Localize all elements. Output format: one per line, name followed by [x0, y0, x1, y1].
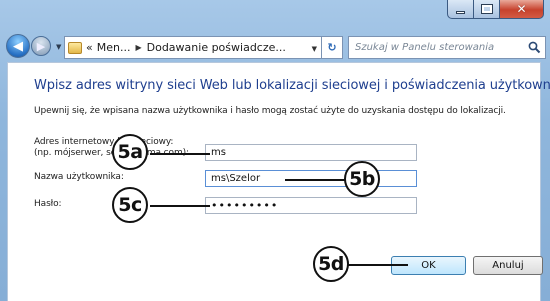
control-panel-icon	[68, 41, 82, 54]
password-label: Hasło:	[34, 199, 62, 209]
back-button[interactable]: ◀	[6, 34, 30, 58]
callout-5b-leader	[285, 179, 345, 181]
forward-arrow-icon: ▶	[36, 39, 46, 53]
title-bar: ✕	[0, 0, 550, 32]
callout-5d: 5d	[313, 246, 349, 282]
close-icon: ✕	[516, 2, 527, 16]
search-icon[interactable]	[528, 41, 541, 54]
address-dropdown-icon[interactable]: ▼	[312, 45, 317, 53]
refresh-icon: ↻	[327, 41, 337, 54]
callout-5d-leader	[348, 264, 408, 266]
callout-5b: 5b	[344, 161, 380, 197]
maximize-button[interactable]	[474, 0, 500, 19]
refresh-button[interactable]: ↻	[322, 36, 343, 59]
username-label: Nazwa użytkownika:	[34, 172, 124, 182]
breadcrumb-separator-icon[interactable]: ▶	[135, 43, 141, 52]
page-title: Wpisz adres witryny sieci Web lub lokali…	[34, 78, 550, 93]
callout-5a: 5a	[112, 134, 148, 170]
minimize-button[interactable]	[447, 0, 474, 19]
close-button[interactable]: ✕	[500, 0, 544, 19]
minimize-icon	[456, 10, 465, 14]
callout-5c: 5c	[112, 187, 148, 223]
breadcrumb-item[interactable]: Men...	[97, 41, 131, 54]
cancel-button[interactable]: Anuluj	[473, 256, 543, 275]
address-field[interactable]: ms	[205, 144, 417, 161]
window-controls: ✕	[447, 0, 544, 19]
search-input[interactable]: Szukaj w Panelu sterowania	[348, 36, 546, 59]
callout-5c-leader	[150, 205, 210, 207]
address-bar[interactable]: « Men... ▶ Dodawanie poświadcze... ▼	[64, 36, 322, 59]
recent-pages-dropdown[interactable]: ▼	[56, 43, 61, 51]
forward-button[interactable]: ▶	[31, 36, 51, 56]
back-arrow-icon: ◀	[13, 38, 23, 54]
search-placeholder: Szukaj w Panelu sterowania	[355, 42, 495, 53]
breadcrumb-item[interactable]: Dodawanie poświadcze...	[147, 41, 286, 54]
window-frame: ✕ ◀ ▶ ▼ « Men... ▶ Dodawanie poświadcze.…	[0, 0, 550, 301]
navigation-bar: ◀ ▶ ▼ « Men... ▶ Dodawanie poświadcze...…	[0, 30, 550, 64]
callout-5a-leader	[150, 153, 210, 155]
maximize-icon	[480, 4, 493, 14]
address-label-line1: Adres internetowy lub sieciowy:	[34, 137, 174, 147]
password-field[interactable]: •••••••••	[205, 197, 417, 214]
instruction-text: Upewnij się, że wpisana nazwa użytkownik…	[34, 106, 506, 116]
breadcrumb-overflow[interactable]: «	[86, 41, 93, 54]
